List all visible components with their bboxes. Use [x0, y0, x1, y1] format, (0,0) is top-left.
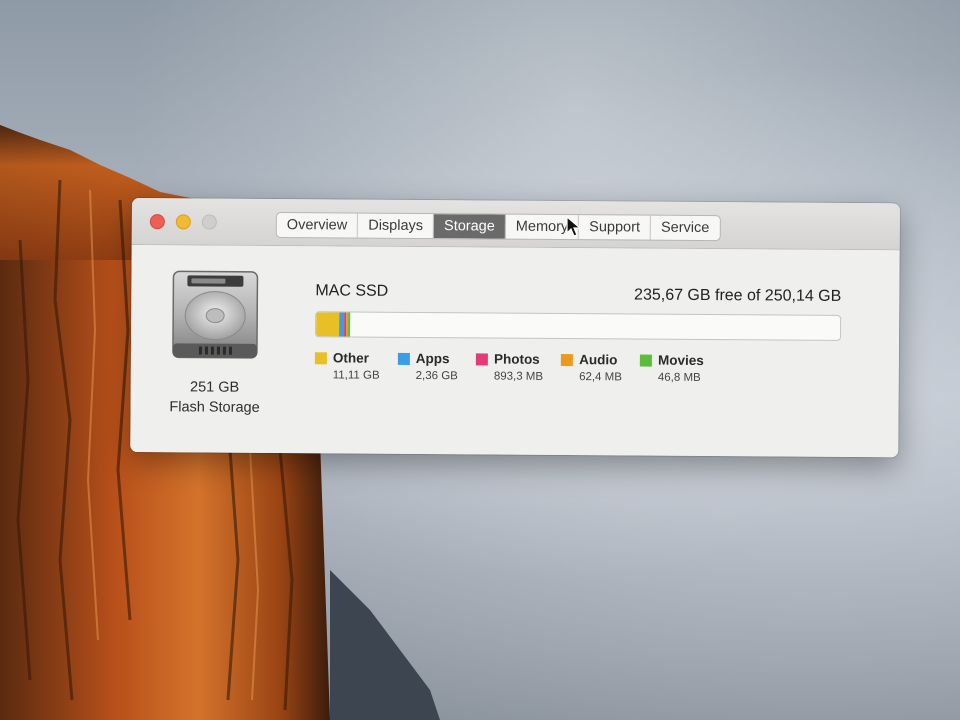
legend-size-audio: 62,4 MB: [579, 371, 622, 384]
legend-item-apps: Apps 2,36 GB: [397, 350, 458, 383]
legend-label-movies: Movies: [657, 352, 704, 368]
storage-legend: Other 11,11 GB Apps 2,36 GB Photos 893,3…: [314, 350, 722, 384]
zoom-icon[interactable]: [201, 214, 217, 230]
legend-swatch-apps: [397, 352, 410, 365]
legend-swatch-audio: [561, 353, 574, 366]
legend-swatch-photos: [475, 352, 489, 365]
legend-label-other: Other: [332, 350, 369, 366]
legend-label-apps: Apps: [415, 350, 450, 367]
tab-overview[interactable]: Overview: [276, 213, 359, 238]
usage-segment-other: [316, 312, 340, 337]
storage-panel: 251 GB Flash Storage MAC SSD 235,67 GB f…: [130, 244, 900, 458]
tab-service[interactable]: Service: [651, 216, 720, 240]
tab-support[interactable]: Support: [579, 215, 652, 240]
legend-label-photos: Photos: [493, 351, 540, 367]
storage-usage-bar[interactable]: [315, 311, 842, 341]
tab-displays[interactable]: Displays: [358, 213, 435, 239]
drive-type: Flash Storage: [169, 399, 260, 416]
legend-item-photos: Photos 893,3 MB: [475, 351, 544, 383]
usage-segment-movies: [347, 312, 350, 337]
free-space-text: 235,67 GB free of 250,14 GB: [634, 286, 842, 305]
titlebar: Overview Displays Storage Memory Support…: [131, 198, 900, 251]
legend-item-movies: Movies 46,8 MB: [639, 352, 704, 384]
desktop: Overview Displays Storage Memory Support…: [0, 0, 960, 720]
legend-size-other: 11,11 GB: [332, 369, 380, 382]
hard-drive-icon: [172, 270, 259, 359]
tab-bar: Overview Displays Storage Memory Support…: [275, 212, 721, 242]
about-this-mac-window: Overview Displays Storage Memory Support…: [130, 198, 900, 458]
legend-swatch-other: [314, 351, 327, 364]
tab-storage[interactable]: Storage: [433, 214, 506, 239]
volume-name: MAC SSD: [315, 282, 389, 300]
legend-label-audio: Audio: [579, 352, 618, 368]
close-icon[interactable]: [149, 214, 165, 230]
legend-size-photos: 893,3 MB: [493, 370, 544, 383]
drive-capacity: 251 GB: [190, 379, 240, 396]
legend-item-other: Other 11,11 GB: [314, 350, 380, 382]
legend-size-movies: 46,8 MB: [657, 371, 701, 384]
legend-size-apps: 2,36 GB: [415, 369, 458, 383]
minimize-icon[interactable]: [175, 214, 191, 230]
legend-swatch-movies: [639, 354, 653, 367]
mouse-cursor-icon: [566, 216, 582, 237]
legend-item-audio: Audio 62,4 MB: [561, 352, 622, 383]
